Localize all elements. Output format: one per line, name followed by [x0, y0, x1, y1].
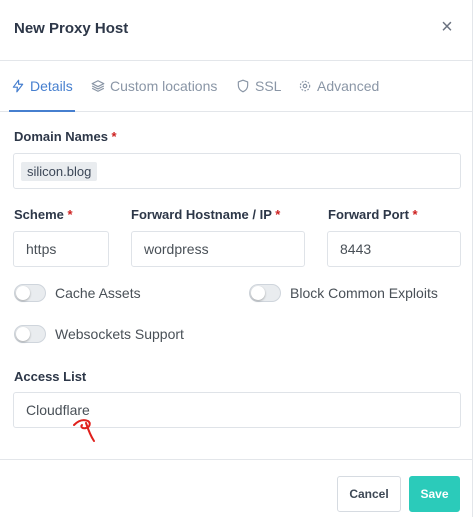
tab-ssl[interactable]: SSL — [236, 61, 281, 111]
required-mark: * — [111, 129, 117, 144]
required-mark: * — [275, 207, 281, 222]
save-button[interactable]: Save — [409, 476, 460, 512]
red-annotation-mark — [73, 419, 95, 442]
tab-label: Details — [30, 78, 73, 94]
new-proxy-host-modal: New Proxy Host × Details Custom location… — [0, 0, 473, 517]
toggle-switch[interactable] — [14, 284, 46, 302]
tab-label: Custom locations — [110, 78, 218, 94]
forward-hostname-input[interactable]: wordpress — [131, 231, 305, 267]
modal-title: New Proxy Host — [14, 20, 129, 37]
forward-hostname-value: wordpress — [144, 241, 209, 257]
toggle-knob — [16, 286, 30, 300]
toggle-knob — [251, 286, 265, 300]
toggle-switch[interactable] — [14, 325, 46, 343]
required-mark: * — [412, 207, 418, 222]
tab-custom-locations[interactable]: Custom locations — [91, 61, 217, 111]
toggle-switch[interactable] — [249, 284, 281, 302]
tab-details[interactable]: Details — [9, 61, 75, 112]
tab-label: Advanced — [317, 78, 380, 94]
forward-port-input[interactable]: 8443 — [327, 231, 461, 267]
forward-hostname-label: Forward Hostname / IP * — [131, 207, 281, 222]
domain-chip[interactable]: silicon.blog — [21, 161, 98, 181]
shield-icon — [237, 79, 249, 93]
layers-icon — [91, 80, 105, 92]
required-mark: * — [67, 207, 73, 222]
scheme-label: Scheme * — [14, 207, 73, 222]
close-icon[interactable]: × — [436, 16, 458, 38]
domain-names-label: Domain Names * — [14, 129, 117, 144]
forward-port-value: 8443 — [340, 241, 372, 257]
scheme-value: https — [26, 241, 57, 257]
modal-footer: Cancel Save — [0, 459, 472, 518]
tab-advanced[interactable]: Advanced — [298, 61, 379, 111]
block-common-exploits-toggle[interactable]: Block Common Exploits — [249, 284, 438, 302]
cache-assets-toggle[interactable]: Cache Assets — [14, 284, 141, 302]
toggle-label: Block Common Exploits — [290, 285, 438, 301]
websockets-support-toggle[interactable]: Websockets Support — [14, 325, 184, 343]
scheme-select[interactable]: https — [13, 231, 109, 267]
cancel-button[interactable]: Cancel — [337, 476, 401, 512]
domain-names-input[interactable]: silicon.blog — [13, 153, 461, 189]
gear-icon — [299, 80, 311, 92]
forward-port-label: Forward Port * — [328, 207, 418, 222]
toggle-knob — [16, 327, 30, 341]
tab-label: SSL — [255, 78, 282, 94]
toggle-label: Websockets Support — [55, 326, 184, 342]
tab-bar: Details Custom locations SSL Advanced — [0, 61, 472, 112]
access-list-label: Access List — [14, 369, 87, 384]
bolt-icon — [12, 79, 24, 93]
toggle-label: Cache Assets — [55, 285, 141, 301]
modal-header: New Proxy Host × — [0, 0, 472, 61]
